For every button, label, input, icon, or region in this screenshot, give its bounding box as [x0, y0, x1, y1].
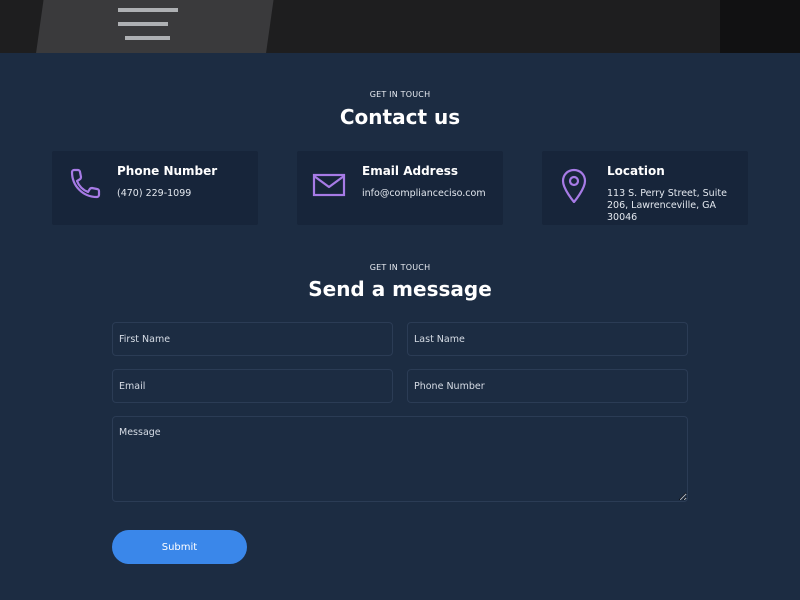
submit-button[interactable]: Submit	[112, 530, 247, 564]
email-card-title: Email Address	[362, 164, 459, 178]
contact-heading: Contact us	[339, 105, 461, 129]
first-name-field[interactable]	[112, 322, 393, 356]
form-eyebrow: GET IN TOUCH	[369, 263, 431, 272]
hero-image-detail	[118, 8, 178, 12]
email-card: Email Address info@complianceciso.com	[297, 151, 503, 225]
phone-card-title: Phone Number	[117, 164, 218, 178]
hero-image-detail	[118, 22, 168, 26]
phone-card: Phone Number (470) 229-1099	[52, 151, 258, 225]
contact-section: GET IN TOUCH Contact us Phone Number (47…	[0, 53, 800, 600]
hero-image-shadow	[720, 0, 800, 53]
hero-image-strip	[0, 0, 800, 53]
email-address-link[interactable]: info@complianceciso.com	[362, 188, 498, 200]
contact-eyebrow: GET IN TOUCH	[369, 90, 431, 99]
phone-number-field[interactable]	[407, 369, 688, 403]
form-heading: Send a message	[308, 277, 492, 301]
phone-icon	[70, 168, 101, 199]
phone-number-link[interactable]: (470) 229-1099	[117, 188, 253, 200]
hero-image-detail	[125, 36, 170, 40]
location-card-title: Location	[607, 164, 665, 178]
email-field[interactable]	[112, 369, 393, 403]
mail-icon	[312, 173, 346, 197]
location-pin-icon	[561, 168, 587, 203]
last-name-field[interactable]	[407, 322, 688, 356]
location-card: Location 113 S. Perry Street, Suite 206,…	[542, 151, 748, 225]
message-field[interactable]	[112, 416, 688, 502]
location-address: 113 S. Perry Street, Suite 206, Lawrence…	[607, 188, 727, 223]
